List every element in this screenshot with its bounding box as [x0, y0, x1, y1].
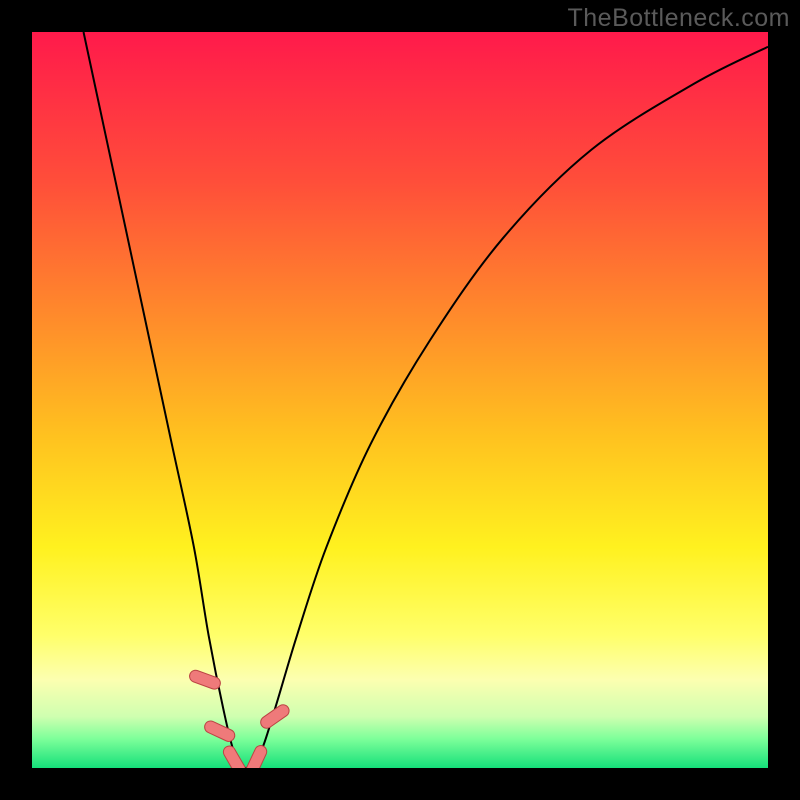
chart-frame: TheBottleneck.com [0, 0, 800, 800]
gradient-background [32, 32, 768, 768]
chart-svg [32, 32, 768, 768]
plot-area [32, 32, 768, 768]
watermark-text: TheBottleneck.com [568, 4, 791, 33]
